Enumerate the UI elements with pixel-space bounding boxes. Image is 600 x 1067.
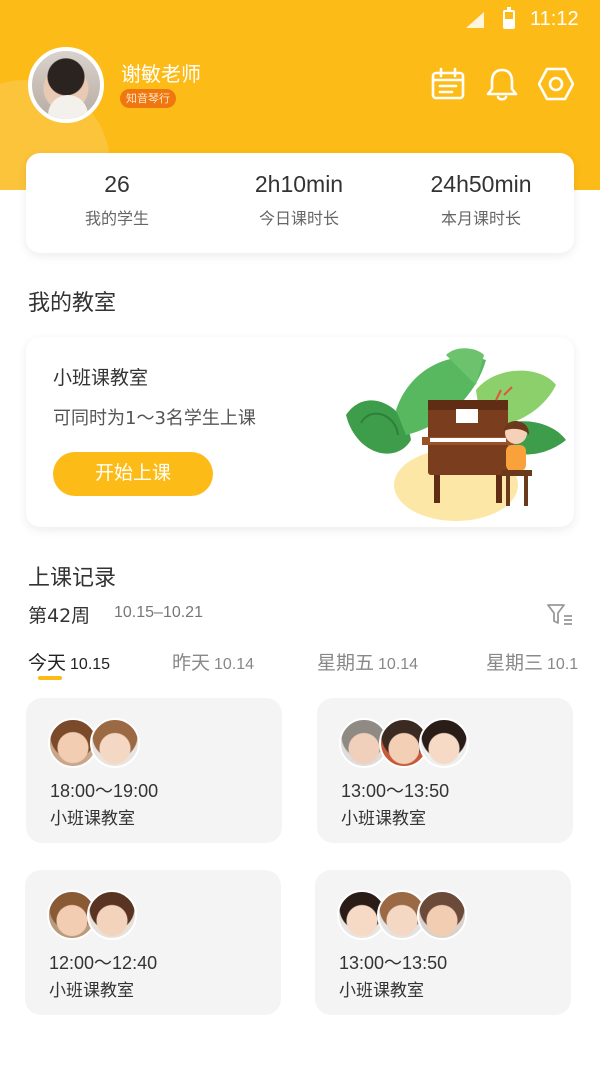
teacher-tag-badge: 知音琴行 (120, 89, 176, 108)
day-tabs: 今天 10.15 昨天 10.14 星期五 10.14 星期三 10.1 (0, 648, 600, 688)
tab-date: 10.15 (70, 656, 111, 673)
classroom-section-title: 我的教室 (28, 291, 117, 316)
battery-icon (503, 7, 515, 29)
class-record-card[interactable]: 18:00～19:00 小班课教室 (26, 698, 282, 843)
teacher-avatar[interactable] (28, 47, 104, 123)
stats-card: 26 我的学生 2h10min 今日课时长 24h50min 本月课时长 (26, 153, 574, 253)
start-class-button[interactable]: 开始上课 (53, 452, 213, 496)
tab-friday[interactable]: 星期五 10.14 (317, 648, 418, 675)
tab-date: 10.14 (378, 656, 419, 673)
filter-icon[interactable] (547, 603, 573, 627)
calendar-icon[interactable] (430, 66, 466, 102)
tab-day: 昨天 (172, 652, 211, 674)
stat-label: 今日课时长 (258, 209, 339, 228)
teacher-name: 谢敏老师 (121, 62, 201, 86)
tab-day: 今天 (28, 652, 67, 674)
week-range: 10.15–10.21 (114, 604, 203, 621)
student-avatar (90, 718, 140, 768)
stat-month-duration[interactable]: 24h50min 本月课时长 (390, 171, 572, 229)
stat-value: 24h50min (430, 171, 532, 197)
record-time: 13:00～13:50 (341, 781, 450, 801)
student-avatar (419, 718, 469, 768)
stat-value: 26 (104, 171, 130, 197)
record-room: 小班课教室 (50, 809, 135, 829)
stat-label: 我的学生 (84, 209, 149, 228)
classroom-title: 小班课教室 (53, 367, 149, 389)
class-record-card[interactable]: 13:00～13:50 小班课教室 (317, 698, 573, 843)
classroom-description: 可同时为1～3名学生上课 (53, 408, 256, 429)
stat-today-duration[interactable]: 2h10min 今日课时长 (208, 171, 390, 229)
signal-icon (466, 12, 484, 28)
tab-date: 10.14 (214, 656, 255, 673)
record-room: 小班课教室 (341, 809, 426, 829)
class-record-card[interactable]: 13:00～13:50 小班课教室 (315, 870, 571, 1015)
record-room: 小班课教室 (49, 981, 134, 1001)
piano-illustration (346, 348, 566, 521)
record-time: 13:00～13:50 (339, 953, 448, 973)
record-time: 12:00～12:40 (49, 953, 158, 973)
tab-wednesday[interactable]: 星期三 10.1 (486, 648, 578, 675)
tab-yesterday[interactable]: 昨天 10.14 (172, 648, 254, 675)
student-avatar (417, 890, 467, 940)
record-time: 18:00～19:00 (50, 781, 159, 801)
record-room: 小班课教室 (339, 981, 424, 1001)
status-bar: 11:12 (0, 0, 600, 40)
stat-students[interactable]: 26 我的学生 (26, 171, 208, 229)
tab-day: 星期五 (317, 652, 375, 674)
classroom-card[interactable]: 小班课教室 可同时为1～3名学生上课 开始上课 (26, 337, 574, 527)
tab-date: 10.1 (547, 656, 579, 673)
status-time: 11:12 (530, 8, 579, 30)
stat-label: 本月课时长 (440, 209, 521, 228)
class-record-card[interactable]: 12:00～12:40 小班课教室 (25, 870, 281, 1015)
active-tab-indicator (38, 676, 62, 680)
week-label: 第42周 (28, 605, 91, 627)
records-section-title: 上课记录 (28, 566, 117, 591)
tab-today[interactable]: 今天 10.15 (28, 648, 110, 675)
settings-icon[interactable] (538, 66, 574, 102)
stat-value: 2h10min (254, 171, 344, 197)
tab-day: 星期三 (486, 652, 544, 674)
bell-icon[interactable] (484, 66, 520, 102)
student-avatar (87, 890, 137, 940)
